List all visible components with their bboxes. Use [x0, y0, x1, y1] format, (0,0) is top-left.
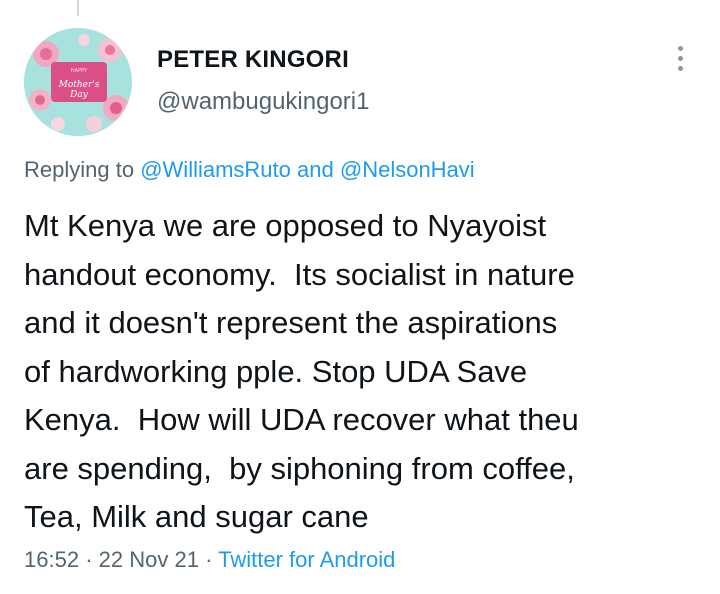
meta-separator: · — [205, 547, 213, 572]
svg-text:Mother's: Mother's — [58, 80, 100, 90]
mention-and[interactable]: and — [297, 157, 334, 182]
svg-text:Day: Day — [69, 90, 89, 100]
more-vertical-icon[interactable] — [664, 40, 696, 76]
author-handle[interactable]: @wambugukingori1 — [157, 88, 369, 116]
meta-separator: · — [85, 547, 93, 572]
author-name[interactable]: PETER KINGORI — [157, 46, 349, 74]
avatar-image: HAPPY Mother's Day — [24, 28, 132, 136]
more-dot — [677, 55, 683, 61]
tweet-meta: 16:52 · 22 Nov 21 · Twitter for Android — [24, 547, 395, 573]
more-dot — [677, 45, 683, 51]
more-dot — [677, 65, 683, 71]
replying-to-line: Replying to @WilliamsRuto and @NelsonHav… — [24, 157, 475, 183]
avatar-small-text: HAPPY — [71, 68, 88, 74]
mention-link[interactable]: @NelsonHavi — [340, 157, 475, 182]
avatar[interactable]: HAPPY Mother's Day — [24, 28, 132, 136]
mention-link[interactable]: @WilliamsRuto — [140, 157, 291, 182]
replying-prefix: Replying to — [24, 157, 135, 182]
tweet-time[interactable]: 16:52 — [24, 547, 79, 572]
tweet-source-link[interactable]: Twitter for Android — [218, 547, 395, 572]
tweet-date[interactable]: 22 Nov 21 — [99, 547, 199, 572]
thread-connector-line — [77, 0, 79, 16]
tweet-text: Mt Kenya we are opposed to Nyayoist hand… — [24, 208, 579, 534]
